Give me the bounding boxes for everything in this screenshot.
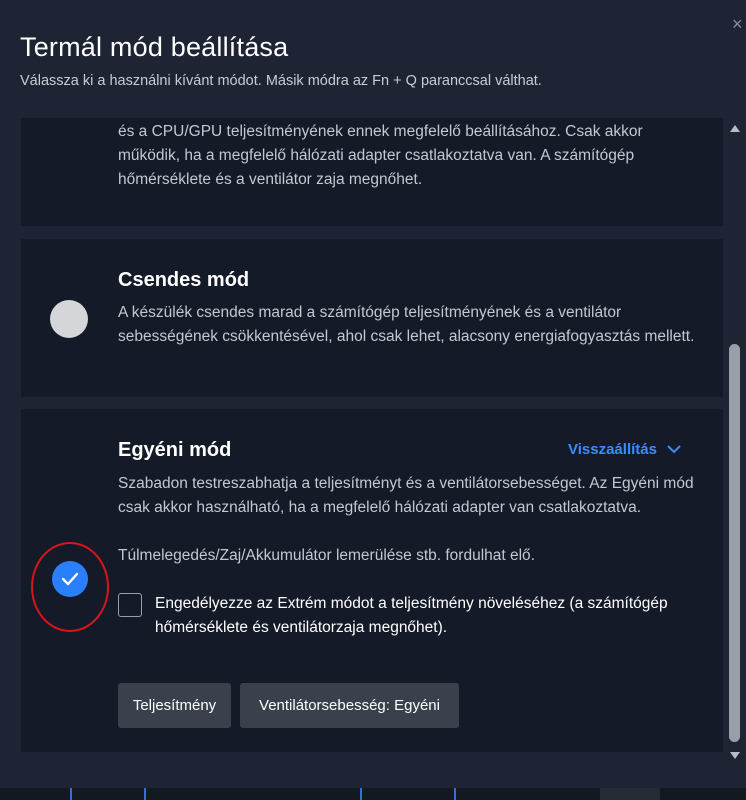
checkmark-icon <box>61 572 79 586</box>
reset-label: Visszaállítás <box>568 441 657 458</box>
extreme-mode-checkbox[interactable] <box>118 593 142 617</box>
reset-link[interactable]: Visszaállítás <box>568 441 681 458</box>
background-strip <box>0 788 746 800</box>
background-fragment <box>600 788 660 800</box>
performance-button[interactable]: Teljesítmény <box>118 683 231 728</box>
background-fragment <box>70 788 146 800</box>
mode-warning: Túlmelegedés/Zaj/Akkumulátor lemerülése … <box>118 547 535 564</box>
mode-card-custom[interactable]: Egyéni mód Visszaállítás Szabadon testre… <box>21 409 723 752</box>
mode-title: Csendes mód <box>118 269 250 291</box>
modes-list: és a CPU/GPU teljesítményének ennek megf… <box>0 118 746 766</box>
scrollbar[interactable] <box>724 118 746 766</box>
chevron-down-icon <box>667 445 681 454</box>
extreme-mode-label: Engedélyezze az Extrém módot a teljesítm… <box>155 595 668 636</box>
thermal-mode-dialog: × Termál mód beállítása Válassza ki a ha… <box>0 0 746 788</box>
mode-radio-selected[interactable] <box>52 561 88 597</box>
mode-radio-unselected[interactable] <box>50 300 88 338</box>
mode-card-performance[interactable]: és a CPU/GPU teljesítményének ennek megf… <box>21 118 723 226</box>
scroll-down-icon[interactable] <box>730 752 740 759</box>
fan-speed-button[interactable]: Ventilátorsebesség: Egyéni <box>240 683 459 728</box>
scrollbar-thumb[interactable] <box>729 344 740 742</box>
dialog-subtitle: Válassza ki a használni kívánt módot. Má… <box>20 73 542 89</box>
background-fragment <box>360 788 456 800</box>
mode-card-quiet[interactable]: Csendes mód A készülék csendes marad a s… <box>21 239 723 397</box>
mode-title: Egyéni mód <box>118 439 232 461</box>
scroll-up-icon[interactable] <box>730 125 740 132</box>
close-icon[interactable]: × <box>732 14 746 34</box>
dialog-title: Termál mód beállítása <box>20 32 289 62</box>
mode-description: A készülék csendes marad a számítógép te… <box>118 304 695 345</box>
mode-description: és a CPU/GPU teljesítményének ennek megf… <box>118 123 643 188</box>
mode-description: Szabadon testreszabhatja a teljesítményt… <box>118 475 694 516</box>
